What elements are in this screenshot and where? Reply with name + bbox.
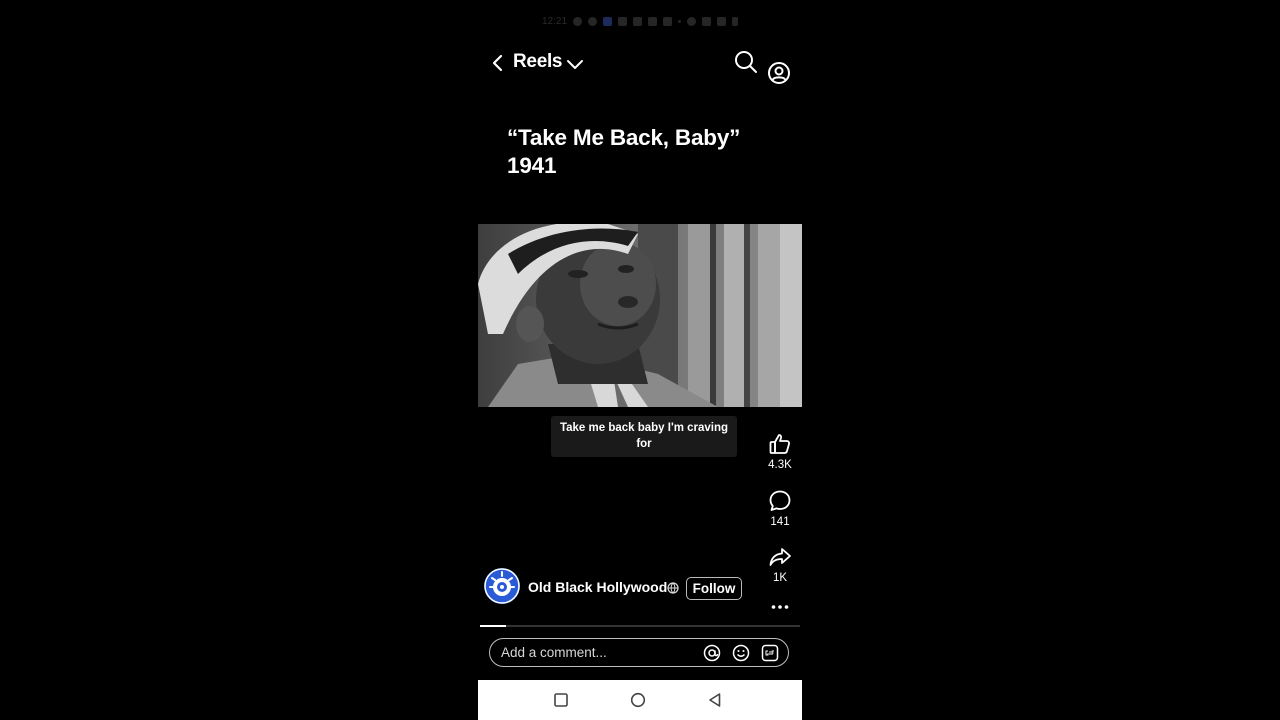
- gif-icon[interactable]: [761, 644, 779, 662]
- share-icon: [769, 548, 791, 566]
- comment-count: 141: [770, 516, 790, 528]
- gallery-icon: [633, 16, 643, 26]
- chevron-left-icon: [492, 54, 503, 72]
- page-title: Reels: [513, 51, 563, 72]
- back-button[interactable]: [488, 51, 510, 75]
- avatar[interactable]: [484, 568, 520, 604]
- recents-square-icon[interactable]: [553, 692, 569, 708]
- battery-icon: [732, 16, 739, 26]
- chevron-down-icon: [567, 60, 583, 69]
- wifi-icon: [702, 16, 712, 26]
- comment-placeholder: Add a comment...: [501, 645, 607, 660]
- comment-icon: [769, 490, 791, 511]
- header: Reels: [478, 48, 802, 84]
- share-button[interactable]: 1K: [760, 545, 800, 584]
- more-horizontal-icon: [771, 605, 789, 609]
- status-time: 12:21: [541, 15, 568, 27]
- back-triangle-icon[interactable]: [707, 692, 723, 708]
- comment-input[interactable]: Add a comment...: [489, 638, 789, 667]
- video-caption: Take me back baby I'm craving for: [551, 416, 737, 457]
- messenger-icon: [588, 16, 598, 26]
- search-button[interactable]: [734, 50, 758, 74]
- user-circle-icon: [768, 62, 790, 84]
- signal-icon: [717, 16, 727, 26]
- comment-button[interactable]: 141: [760, 489, 800, 528]
- reels-screen: 12:21 Reels “Take Me Back, Baby” 1941 Ta…: [478, 0, 802, 720]
- tiktok-icon: [648, 16, 658, 26]
- system-navigation-bar: [478, 680, 802, 720]
- video-progress-bar[interactable]: [480, 625, 800, 627]
- home-circle-icon[interactable]: [630, 692, 646, 708]
- status-bar: 12:21: [478, 13, 802, 29]
- follow-button[interactable]: Follow: [686, 577, 742, 600]
- facebook-icon: [573, 16, 583, 26]
- like-count: 4.3K: [768, 459, 792, 471]
- at-icon[interactable]: [703, 644, 721, 662]
- notification-icon: [663, 16, 673, 26]
- thumbs-up-icon: [769, 434, 791, 454]
- avatar-logo-icon: [484, 568, 520, 604]
- dot-icon: [678, 19, 682, 23]
- profile-button[interactable]: [767, 61, 791, 85]
- reels-dropdown-button[interactable]: [565, 54, 585, 74]
- share-count: 1K: [772, 572, 788, 584]
- video-title: “Take Me Back, Baby” 1941: [507, 125, 741, 178]
- globe-icon: [667, 581, 679, 594]
- emoji-icon[interactable]: [732, 644, 750, 662]
- youtube-icon: [618, 16, 628, 26]
- video-progress-fill: [480, 625, 506, 627]
- account-name[interactable]: Old Black Hollywood: [528, 579, 667, 595]
- video-frame-image: [478, 224, 802, 407]
- more-options-button[interactable]: [770, 600, 790, 612]
- alarm-icon: [687, 16, 697, 26]
- search-icon: [735, 51, 757, 73]
- like-button[interactable]: 4.3K: [760, 432, 800, 471]
- app-notification-icon: [603, 16, 613, 26]
- video-player[interactable]: [478, 224, 802, 407]
